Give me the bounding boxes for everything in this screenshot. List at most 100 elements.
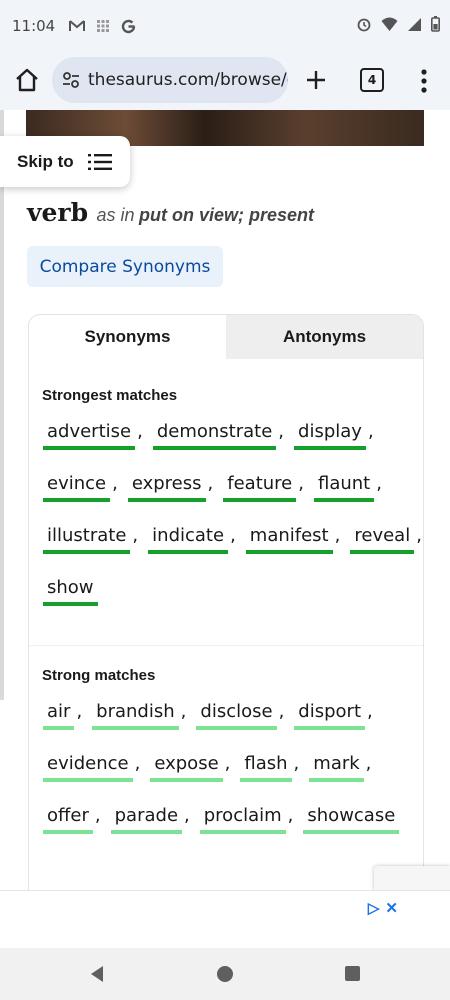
strongest-matches-title: Strongest matches [42, 387, 178, 404]
strong-word-grid: air, brandish, disclose, disport, evidence, e… [43, 701, 415, 857]
synonym-chip: feature, [223, 473, 304, 502]
tab-switcher-button[interactable]: 4 [360, 68, 384, 92]
synonym-chip: flaunt, [313, 473, 382, 502]
synonym-chip: showcase [303, 805, 401, 834]
synonym-link[interactable]: evidence [43, 753, 133, 782]
synonym-link[interactable]: manifest [245, 525, 333, 554]
synonym-chip: evince, [43, 473, 118, 502]
synonym-chip: express, [127, 473, 214, 502]
word-row: offer, parade, proclaim, showcase [43, 805, 415, 857]
tab-count: 4 [367, 73, 377, 87]
status-bar: 11:04 [0, 0, 450, 52]
synonym-link[interactable]: feature [223, 473, 297, 502]
recents-icon[interactable] [345, 966, 360, 981]
word-row: evidence, expose, flash, mark, [43, 753, 415, 805]
browser-toolbar: thesaurus.com/browse/e 4 [0, 52, 450, 110]
gmail-icon [69, 20, 86, 31]
home-nav-icon[interactable] [217, 966, 233, 982]
synonym-chip: proclaim, [199, 805, 294, 834]
separator: , [224, 753, 231, 774]
separator: , [416, 525, 422, 546]
separator: , [180, 701, 187, 722]
strongest-word-grid: advertise, demonstrate, display, evince, exp… [43, 421, 422, 629]
recaptcha-badge[interactable] [374, 866, 450, 890]
synonym-link[interactable]: illustrate [43, 525, 131, 554]
synonym-chip: air, [43, 701, 82, 730]
synonym-link[interactable]: parade [110, 805, 183, 834]
synonym-link[interactable]: reveal [350, 525, 415, 554]
system-nav-bar [0, 948, 450, 1000]
synonym-chip: evidence, [43, 753, 140, 782]
synonym-chip: offer, [43, 805, 101, 834]
battery-icon [431, 16, 440, 32]
synonym-link[interactable]: showcase [303, 805, 400, 834]
ad-choices[interactable]: ▷ ✕ [368, 899, 398, 917]
back-icon[interactable] [88, 965, 106, 983]
synonym-chip: show [43, 577, 100, 606]
synonym-chip: indicate, [148, 525, 236, 554]
synonym-link[interactable]: disclose [196, 701, 277, 730]
synonym-chip: illustrate, [43, 525, 138, 554]
grid-icon [97, 20, 110, 32]
ad-banner[interactable]: ▷ ✕ [0, 890, 450, 949]
tab-antonyms[interactable]: Antonyms [226, 315, 423, 359]
part-of-speech-line: verb as in put on view; present [27, 198, 314, 227]
separator: , [94, 805, 101, 826]
tab-row: Synonyms Antonyms [29, 315, 423, 359]
tab-synonyms[interactable]: Synonyms [29, 315, 226, 359]
compare-synonyms-button[interactable]: Compare Synonyms [27, 246, 223, 287]
overflow-menu-icon[interactable] [414, 68, 434, 94]
part-of-speech: verb [27, 198, 89, 227]
signal-icon [408, 17, 421, 31]
synonym-chip: disport, [294, 701, 373, 730]
synonym-link[interactable]: brandish [92, 701, 179, 730]
status-right-icons [356, 16, 440, 32]
synonym-link[interactable]: flaunt [313, 473, 375, 502]
synonym-chip: expose, [150, 753, 230, 782]
list-icon [87, 153, 112, 170]
synonym-link[interactable]: flash [240, 753, 292, 782]
site-settings-icon[interactable] [60, 69, 82, 91]
synonym-link[interactable]: offer [43, 805, 93, 834]
separator: , [137, 421, 143, 442]
separator: , [365, 753, 372, 774]
synonym-link[interactable]: expose [150, 753, 223, 782]
ad-close-icon[interactable]: ✕ [385, 899, 398, 917]
ad-choices-icon[interactable]: ▷ [368, 899, 380, 917]
synonym-link[interactable]: disport [294, 701, 365, 730]
separator: , [76, 701, 83, 722]
synonym-link[interactable]: indicate [148, 525, 229, 554]
synonym-link[interactable]: evince [43, 473, 111, 502]
wifi-icon [381, 17, 398, 31]
synonym-link[interactable]: show [43, 577, 98, 606]
synonym-chip: parade, [110, 805, 190, 834]
skip-to-label: Skip to [17, 151, 74, 171]
synonym-link[interactable]: mark [309, 753, 364, 782]
home-icon[interactable] [14, 67, 40, 93]
separator: , [293, 753, 300, 774]
synonym-chip: demonstrate, [152, 421, 284, 450]
synonym-chip: flash, [240, 753, 299, 782]
separator: , [207, 473, 214, 494]
status-time: 11:04 [12, 17, 56, 35]
skip-to-button[interactable]: Skip to [0, 136, 130, 187]
synonym-link[interactable]: display [294, 421, 366, 450]
google-icon [122, 19, 136, 33]
synonym-link[interactable]: express [127, 473, 206, 502]
word-row: air, brandish, disclose, disport, [43, 701, 415, 753]
synonym-link[interactable]: demonstrate [152, 421, 277, 450]
address-bar[interactable]: thesaurus.com/browse/e [52, 57, 288, 103]
strong-matches-title: Strong matches [42, 667, 156, 684]
separator: , [287, 805, 294, 826]
synonym-link[interactable]: air [43, 701, 75, 730]
separator: , [230, 525, 236, 546]
synonym-link[interactable]: advertise [43, 421, 136, 450]
separator: , [278, 701, 285, 722]
synonyms-card: Synonyms Antonyms Strongest matches adve… [28, 314, 424, 916]
synonym-chip: manifest, [245, 525, 340, 554]
left-edge-shadow [0, 110, 4, 700]
new-tab-icon[interactable] [305, 69, 327, 91]
word-row: advertise, demonstrate, display, [43, 421, 415, 473]
synonym-chip: brandish, [92, 701, 186, 730]
synonym-link[interactable]: proclaim [199, 805, 286, 834]
